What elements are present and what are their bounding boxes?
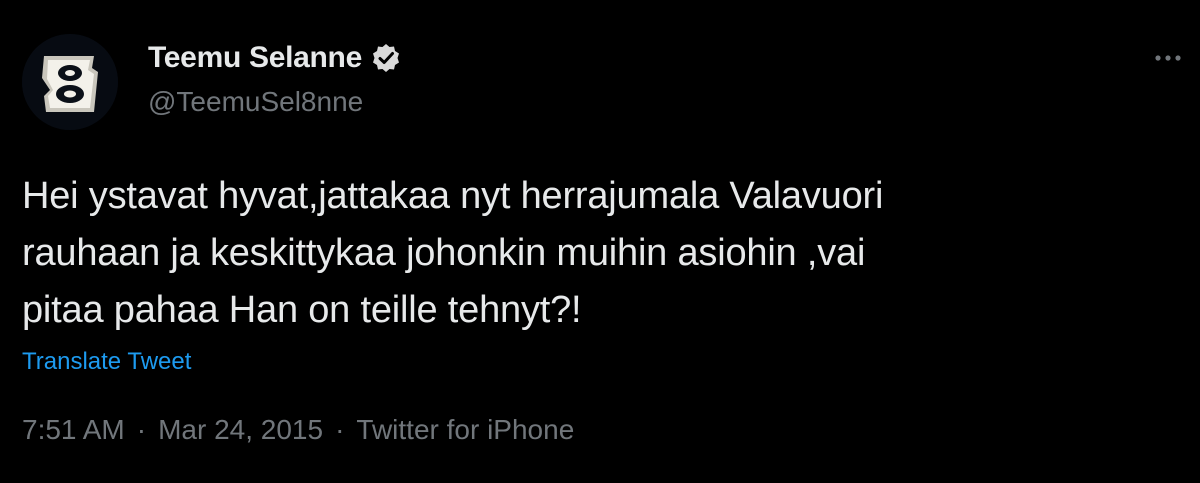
translate-tweet-link[interactable]: Translate Tweet bbox=[22, 348, 191, 376]
avatar[interactable] bbox=[22, 34, 118, 130]
separator-dot: · bbox=[136, 414, 147, 445]
name-row: Teemu Selanne bbox=[148, 40, 402, 76]
tweet-text: Hei ystavat hyvat,jattakaa nyt herrajuma… bbox=[22, 175, 884, 331]
number-8-logo-icon bbox=[22, 34, 118, 130]
verified-badge-icon bbox=[370, 42, 402, 74]
tweet-card: Teemu Selanne @TeemuSel8nne Hei ystavat … bbox=[0, 0, 1200, 483]
more-options-icon[interactable] bbox=[1146, 46, 1190, 70]
display-name[interactable]: Teemu Selanne bbox=[148, 41, 362, 75]
tweet-source[interactable]: Twitter for iPhone bbox=[356, 414, 574, 446]
separator-dot: · bbox=[335, 414, 345, 445]
user-handle[interactable]: @TeemuSel8nne bbox=[148, 86, 402, 118]
author-block: Teemu Selanne @TeemuSel8nne bbox=[148, 40, 402, 118]
tweet-date[interactable]: Mar 24, 2015 bbox=[158, 414, 323, 446]
tweet-metadata: 7:51 AM · Mar 24, 2015 · Twitter for iPh… bbox=[22, 414, 574, 446]
tweet-time[interactable]: 7:51 AM bbox=[22, 414, 125, 446]
